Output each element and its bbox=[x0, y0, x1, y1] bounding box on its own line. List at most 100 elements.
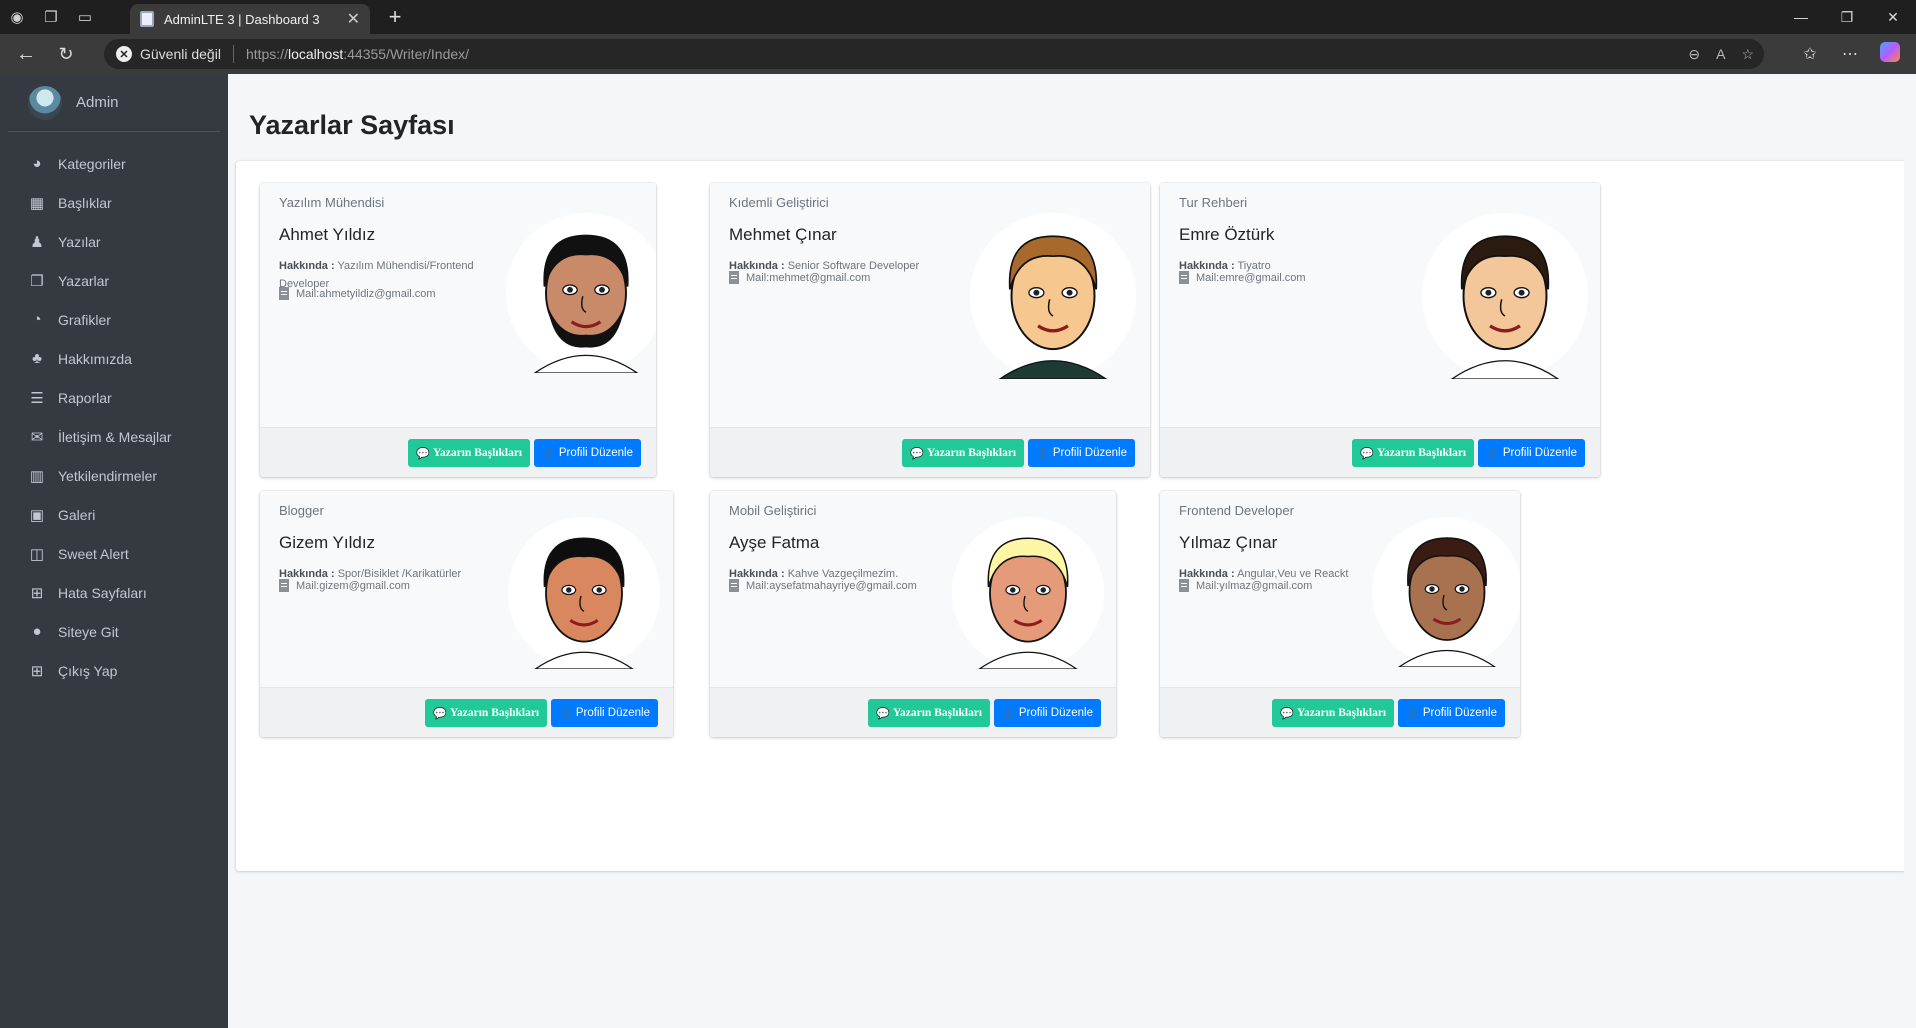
new-tab-icon[interactable]: + bbox=[382, 4, 408, 30]
card-footer: 💬 Yazarın Başlıkları 👤 Profili Düzenle bbox=[1160, 687, 1520, 737]
mail-prefix: Mail: bbox=[296, 287, 320, 300]
button-label: Profili Düzenle bbox=[558, 447, 633, 459]
sidebar-item-8[interactable]: ✉ İletişim & Mesajlar bbox=[0, 417, 228, 456]
writer-titles-button[interactable]: 💬 Yazarın Başlıkları bbox=[868, 699, 991, 727]
close-tab-icon[interactable]: ✕ bbox=[347, 9, 360, 29]
url-protocol: https:// bbox=[245, 46, 288, 62]
building-icon: ▥ bbox=[29, 467, 45, 485]
mail-prefix: Mail: bbox=[296, 579, 320, 592]
sidebar-item-label: Siteye Git bbox=[58, 623, 119, 640]
comments-icon: 💬 bbox=[1360, 447, 1374, 460]
map-icon: ◫ bbox=[29, 545, 45, 563]
writer-card: Mobil Geliştirici Ayşe Fatma Hakkında : Ka… bbox=[710, 491, 1116, 737]
sidebar-item-10[interactable]: ▣ Galeri bbox=[0, 495, 228, 534]
sidebar-item-14[interactable]: ⊞ Çıkış Yap bbox=[0, 651, 228, 690]
card-actions: 💬 Yazarın Başlıkları 👤 Profili Düzenle bbox=[408, 439, 641, 467]
sidebar-item-label: Yazarlar bbox=[58, 272, 110, 289]
edit-profile-button[interactable]: 👤 Profili Düzenle bbox=[1028, 439, 1135, 467]
writer-mail: Mail: aysefatmahayriye@gmail.com bbox=[729, 579, 917, 592]
writer-titles-button[interactable]: 💬 Yazarın Başlıkları bbox=[1352, 439, 1475, 467]
user-icon: 👤 bbox=[542, 447, 556, 460]
image-icon: ▣ bbox=[29, 506, 45, 524]
edit-profile-button[interactable]: 👤 Profili Düzenle bbox=[1398, 699, 1505, 727]
card-actions: 💬 Yazarın Başlıkları 👤 Profili Düzenle bbox=[1352, 439, 1585, 467]
profile-icon[interactable]: ◉ bbox=[0, 0, 34, 34]
plus-square-icon: ⊞ bbox=[30, 662, 44, 680]
writer-name: Ayşe Fatma bbox=[729, 533, 820, 552]
url-field[interactable]: ✕ Güvenli değil https:// localhost :4435… bbox=[104, 39, 1764, 69]
writer-titles-button[interactable]: 💬 Yazarın Başlıkları bbox=[425, 699, 548, 727]
card-body: Tur Rehberi Emre Öztürk Hakkında : Tiyatro… bbox=[1160, 183, 1600, 427]
reload-icon[interactable]: ↻ bbox=[46, 34, 86, 74]
writer-mail: Mail: yılmaz@gmail.com bbox=[1179, 579, 1312, 592]
not-secure-icon[interactable]: ✕ bbox=[116, 46, 132, 62]
restore-icon[interactable]: ❐ bbox=[1824, 0, 1870, 34]
sidebar-item-label: Hakkımızda bbox=[58, 350, 132, 367]
building-icon bbox=[1179, 579, 1189, 592]
envelope-icon: ✉ bbox=[30, 428, 44, 446]
sidebar-item-6[interactable]: ♣ Hakkımızda bbox=[0, 339, 228, 378]
edit-profile-button[interactable]: 👤 Profili Düzenle bbox=[994, 699, 1101, 727]
favorite-star-icon[interactable]: ☆ bbox=[1741, 46, 1754, 63]
card-body: Yazılım Mühendisi Ahmet Yıldız Hakkında : … bbox=[260, 183, 656, 427]
sidebar-item-5[interactable]: ◔ Grafikler bbox=[0, 300, 228, 339]
read-aloud-icon[interactable]: A bbox=[1716, 46, 1725, 63]
writer-portrait bbox=[506, 213, 656, 374]
writer-portrait bbox=[1372, 517, 1520, 668]
minimize-icon[interactable]: — bbox=[1778, 0, 1824, 34]
url-host: localhost bbox=[287, 46, 344, 62]
sidebar-item-label: Grafikler bbox=[58, 311, 111, 328]
close-window-icon[interactable]: ✕ bbox=[1870, 0, 1916, 34]
scrollbar[interactable] bbox=[1904, 74, 1916, 1028]
button-label: Profili Düzenle bbox=[1422, 707, 1497, 719]
user-icon: 👤 bbox=[1486, 447, 1500, 460]
mail-address: yılmaz@gmail.com bbox=[1219, 579, 1313, 592]
user-panel[interactable]: Admin bbox=[8, 74, 220, 132]
sidebar-item-13[interactable]: ● Siteye Git bbox=[0, 612, 228, 651]
button-label: Yazarın Başlıkları bbox=[893, 707, 983, 719]
page-favicon-icon bbox=[140, 11, 154, 27]
sidebar-item-3[interactable]: ♟ Yazılar bbox=[0, 222, 228, 261]
mail-address: gizem@gmail.com bbox=[319, 579, 410, 592]
user-icon: 👤 bbox=[1036, 447, 1050, 460]
sidebar-item-12[interactable]: ⊞ Hata Sayfaları bbox=[0, 573, 228, 612]
back-icon[interactable]: ← bbox=[6, 34, 46, 74]
zoom-icon[interactable]: ⊖ bbox=[1688, 46, 1700, 63]
user-icon: 👤 bbox=[1002, 707, 1016, 720]
url-path: :44355/Writer/Index/ bbox=[343, 46, 470, 62]
browser-tab[interactable]: AdminLTE 3 | Dashboard 3 ✕ bbox=[130, 4, 370, 34]
writer-titles-button[interactable]: 💬 Yazarın Başlıkları bbox=[1272, 699, 1395, 727]
tab-actions-icon[interactable]: ▭ bbox=[68, 0, 102, 34]
copilot-icon[interactable] bbox=[1870, 41, 1910, 67]
favorites-icon[interactable]: ✩ bbox=[1790, 44, 1830, 64]
mail-address: aysefatmahayriye@gmail.com bbox=[769, 579, 917, 592]
edit-profile-button[interactable]: 👤 Profili Düzenle bbox=[1478, 439, 1585, 467]
sidebar-item-1[interactable]: ◕ Kategoriler bbox=[0, 144, 228, 183]
building-icon bbox=[1179, 271, 1189, 284]
sidebar-item-9[interactable]: ▥ Yetkilendirmeler bbox=[0, 456, 228, 495]
more-icon[interactable]: ⋯ bbox=[1830, 44, 1870, 64]
sidebar-item-4[interactable]: ❐ Yazarlar bbox=[0, 261, 228, 300]
sidebar-item-7[interactable]: ☰ Raporlar bbox=[0, 378, 228, 417]
tachometer-icon: ◕ bbox=[32, 155, 42, 172]
sidebar-item-label: Raporlar bbox=[58, 389, 112, 406]
collections-icon[interactable]: ❐ bbox=[34, 0, 68, 34]
edit-profile-button[interactable]: 👤 Profili Düzenle bbox=[551, 699, 658, 727]
user-name[interactable]: Admin bbox=[76, 94, 119, 111]
writer-role: Blogger bbox=[279, 503, 324, 518]
writer-role: Yazılım Mühendisi bbox=[279, 195, 385, 210]
writer-titles-button[interactable]: 💬 Yazarın Başlıkları bbox=[902, 439, 1025, 467]
sidebar-item-11[interactable]: ◫ Sweet Alert bbox=[0, 534, 228, 573]
button-label: Profili Düzenle bbox=[1502, 447, 1577, 459]
comments-icon: 💬 bbox=[876, 707, 890, 720]
card-body: Mobil Geliştirici Ayşe Fatma Hakkında : Ka… bbox=[710, 491, 1116, 687]
sidebar-item-label: Yazılar bbox=[58, 233, 101, 250]
grid-icon: ▦ bbox=[29, 194, 45, 212]
writers-container: Yazılım Mühendisi Ahmet Yıldız Hakkında : … bbox=[236, 161, 1906, 871]
sidebar-item-2[interactable]: ▦ Başlıklar bbox=[0, 183, 228, 222]
security-label[interactable]: Güvenli değil bbox=[140, 46, 221, 62]
writer-titles-button[interactable]: 💬 Yazarın Başlıkları bbox=[408, 439, 531, 467]
mail-prefix: Mail: bbox=[1196, 271, 1220, 284]
edit-profile-button[interactable]: 👤 Profili Düzenle bbox=[534, 439, 641, 467]
card-actions: 💬 Yazarın Başlıkları 👤 Profili Düzenle bbox=[425, 699, 658, 727]
